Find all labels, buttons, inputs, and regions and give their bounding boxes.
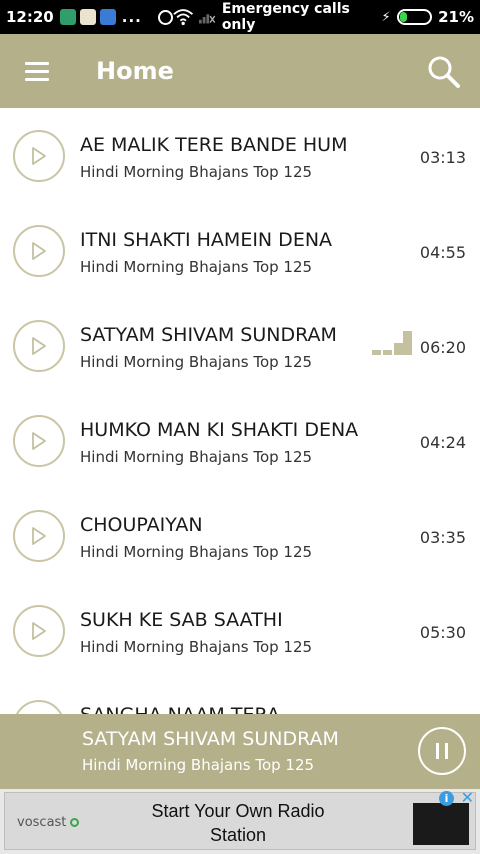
song-list: AE MALIK TERE BANDE HUM Hindi Morning Bh… xyxy=(0,108,480,714)
status-time: 12:20 xyxy=(6,8,54,26)
play-button[interactable] xyxy=(13,510,65,562)
equalizer-bar xyxy=(383,350,392,355)
ad-content[interactable]: voscast Start Your Own Radio Station xyxy=(4,792,476,850)
song-album: Hindi Morning Bhajans Top 125 xyxy=(80,353,313,371)
sync-icon xyxy=(157,9,173,25)
equalizer-icon xyxy=(372,331,414,355)
song-row[interactable]: AE MALIK TERE BANDE HUM Hindi Morning Bh… xyxy=(0,108,480,203)
ad-banner[interactable]: voscast Start Your Own Radio Station i ✕ xyxy=(0,788,480,854)
play-icon xyxy=(32,242,46,260)
song-album: Hindi Morning Bhajans Top 125 xyxy=(80,163,313,181)
song-album: Hindi Morning Bhajans Top 125 xyxy=(80,638,313,656)
equalizer-bar xyxy=(394,343,403,355)
network-status: Emergency calls only xyxy=(221,1,350,33)
menu-button[interactable] xyxy=(0,34,74,108)
wifi-icon xyxy=(173,9,193,26)
play-icon xyxy=(32,147,46,165)
song-row[interactable]: ITNI SHAKTI HAMEIN DENA Hindi Morning Bh… xyxy=(0,203,480,298)
ad-logo: voscast xyxy=(17,815,80,830)
ad-info-icon[interactable]: i xyxy=(439,791,454,806)
play-button[interactable] xyxy=(13,225,65,277)
play-button[interactable] xyxy=(13,415,65,467)
song-row[interactable]: HUMKO MAN KI SHAKTI DENA Hindi Morning B… xyxy=(0,393,480,488)
song-row[interactable]: CHOUPAIYAN Hindi Morning Bhajans Top 125… xyxy=(0,488,480,583)
pause-icon xyxy=(445,743,448,759)
now-playing-bar[interactable]: SATYAM SHIVAM SUNDRAM Hindi Morning Bhaj… xyxy=(0,714,480,789)
play-icon xyxy=(32,622,46,640)
more-notifications-icon: ... xyxy=(121,8,142,26)
signal-icon xyxy=(199,14,216,24)
song-duration: 04:55 xyxy=(419,243,466,262)
battery-percent: 21% xyxy=(438,8,474,26)
song-title: HUMKO MAN KI SHAKTI DENA xyxy=(80,419,359,441)
song-duration: 03:35 xyxy=(419,528,466,547)
pause-button[interactable] xyxy=(418,727,466,775)
app-notification-icon xyxy=(59,9,76,25)
song-duration: 04:24 xyxy=(419,433,466,452)
play-button[interactable] xyxy=(13,320,65,372)
menu-icon-line xyxy=(25,77,49,81)
song-title: ITNI SHAKTI HAMEIN DENA xyxy=(80,229,333,251)
ad-brand: voscast xyxy=(17,815,67,830)
song-row[interactable]: SANGHA NAAM TERA xyxy=(0,678,480,714)
menu-icon-line xyxy=(25,61,49,65)
now-playing-title: SATYAM SHIVAM SUNDRAM xyxy=(82,728,339,750)
song-title: AE MALIK TERE BANDE HUM xyxy=(80,134,348,156)
song-duration: 06:20 xyxy=(419,338,466,357)
menu-icon-line xyxy=(25,69,49,73)
charging-icon: ⚡ xyxy=(381,9,391,25)
play-icon xyxy=(32,527,46,545)
equalizer-bar xyxy=(403,331,412,355)
song-album: Hindi Morning Bhajans Top 125 xyxy=(80,543,313,561)
play-icon xyxy=(32,432,46,450)
song-title: CHOUPAIYAN xyxy=(80,514,203,536)
play-button[interactable] xyxy=(13,605,65,657)
ad-logo-icon xyxy=(70,818,80,827)
song-row[interactable]: SUKH KE SAB SAATHI Hindi Morning Bhajans… xyxy=(0,583,480,678)
song-title: SUKH KE SAB SAATHI xyxy=(80,609,283,631)
status-bar: 12:20 ... Emergency calls only ⚡ 21% xyxy=(0,0,480,34)
song-row[interactable]: SATYAM SHIVAM SUNDRAM Hindi Morning Bhaj… xyxy=(0,298,480,393)
equalizer-bar xyxy=(372,350,381,355)
app-notification-icon xyxy=(99,9,116,25)
song-album: Hindi Morning Bhajans Top 125 xyxy=(80,258,313,276)
song-title: SATYAM SHIVAM SUNDRAM xyxy=(80,324,337,346)
notification-icons: ... xyxy=(59,8,173,26)
pause-icon xyxy=(436,743,439,759)
app-notification-icon xyxy=(79,9,96,25)
song-title: SANGHA NAAM TERA xyxy=(80,704,280,714)
app-header: Home xyxy=(0,34,480,108)
song-duration: 03:13 xyxy=(419,148,466,167)
now-playing-album: Hindi Morning Bhajans Top 125 xyxy=(82,756,315,774)
ad-close-icon[interactable]: ✕ xyxy=(461,788,474,807)
play-icon xyxy=(32,337,46,355)
ad-text[interactable]: Start Your Own Radio Station xyxy=(133,799,343,847)
page-title: Home xyxy=(96,57,174,85)
song-album: Hindi Morning Bhajans Top 125 xyxy=(80,448,313,466)
battery-icon xyxy=(396,9,433,25)
play-button[interactable] xyxy=(13,130,65,182)
search-icon[interactable] xyxy=(426,54,462,90)
song-duration: 05:30 xyxy=(419,623,466,642)
ad-image xyxy=(413,803,469,845)
play-button[interactable] xyxy=(13,700,65,714)
